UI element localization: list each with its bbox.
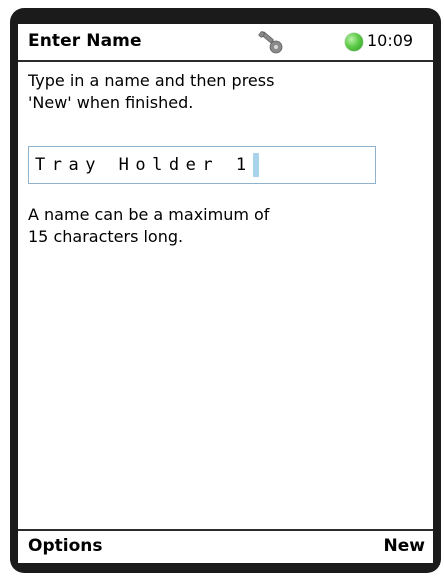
page-title: Enter Name xyxy=(28,31,142,51)
text-cursor xyxy=(252,153,259,177)
name-input-value: Tray Holder 1 xyxy=(35,155,253,175)
clock: 10:09 xyxy=(367,31,414,50)
status-online-icon xyxy=(345,33,363,51)
softkey-bar: Options New xyxy=(18,529,433,563)
new-softkey[interactable]: New xyxy=(384,536,425,556)
key-icon xyxy=(256,28,286,56)
screen: Enter Name 10:09 Type in a name and then… xyxy=(18,24,433,563)
instructions-text: Type in a name and then press 'New' when… xyxy=(28,71,275,112)
length-hint-text: A name can be a maximum of 15 characters… xyxy=(28,205,270,246)
options-softkey[interactable]: Options xyxy=(28,536,102,556)
device-frame: Enter Name 10:09 Type in a name and then… xyxy=(10,8,441,573)
name-input[interactable]: Tray Holder 1 xyxy=(28,146,376,184)
title-bar: Enter Name 10:09 xyxy=(18,24,433,62)
